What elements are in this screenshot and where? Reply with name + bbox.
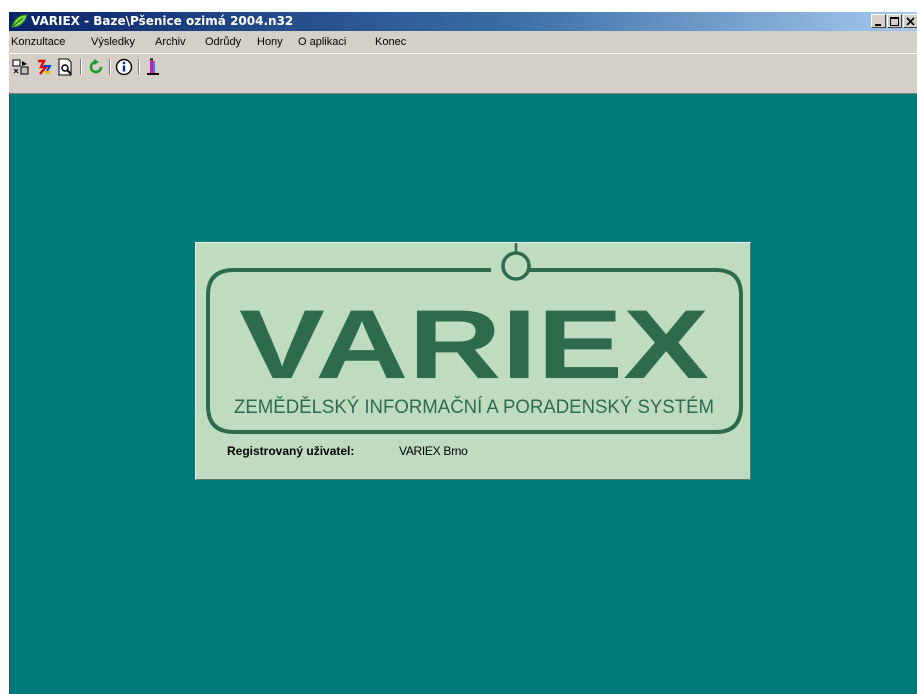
app-leaf-icon[interactable]: [11, 13, 28, 30]
chart-icon[interactable]: [35, 58, 53, 76]
menu-odrudy[interactable]: Odrůdy: [205, 32, 241, 52]
logo-wordmark: VARIEX: [239, 289, 709, 399]
info-icon[interactable]: [115, 58, 133, 76]
menu-hony[interactable]: Hony: [257, 32, 283, 52]
menu-bar: Konzultace Výsledky Archiv Odrůdy Hony O…: [9, 32, 917, 52]
close-button[interactable]: [903, 14, 917, 28]
menu-vysledky[interactable]: Výsledky: [91, 32, 135, 52]
splash-panel: VARIEX ZEMĚDĚLSKÝ INFORMAČNÍ A PORADENSK…: [195, 242, 751, 480]
menu-konzultace[interactable]: Konzultace: [11, 32, 65, 52]
menu-archiv[interactable]: Archiv: [155, 32, 186, 52]
minimize-icon: [875, 24, 881, 26]
maximize-icon: [890, 17, 899, 26]
logo-tagline: ZEMĚDĚLSKÝ INFORMAČNÍ A PORADENSKÝ SYSTÉ…: [234, 396, 714, 418]
close-icon: [906, 17, 915, 26]
menu-konec[interactable]: Konec: [375, 32, 406, 52]
refresh-icon[interactable]: [87, 58, 105, 76]
registered-user-label: Registrovaný uživatel:: [227, 444, 355, 458]
minimize-button[interactable]: [871, 14, 886, 28]
toolbar: [9, 53, 917, 94]
menu-o-aplikaci[interactable]: O aplikaci: [298, 32, 346, 52]
title-bar[interactable]: VARIEX - Baze\Pšenice ozimá 2004.n32: [9, 12, 917, 31]
print-preview-icon[interactable]: [57, 58, 75, 76]
maximize-button[interactable]: [887, 14, 902, 28]
mdi-client-area: VARIEX ZEMĚDĚLSKÝ INFORMAČNÍ A PORADENSK…: [9, 93, 917, 694]
registered-user-value: VARIEX Brno: [399, 444, 468, 458]
exit-icon[interactable]: [144, 58, 162, 76]
toolbar-separator: [80, 59, 82, 75]
window-title: VARIEX - Baze\Pšenice ozimá 2004.n32: [31, 14, 294, 28]
toolbar-separator: [109, 59, 111, 75]
app-window: VARIEX - Baze\Pšenice ozimá 2004.n32 Kon…: [8, 11, 917, 694]
config-icon[interactable]: [12, 58, 30, 76]
toolbar-separator: [138, 59, 140, 75]
